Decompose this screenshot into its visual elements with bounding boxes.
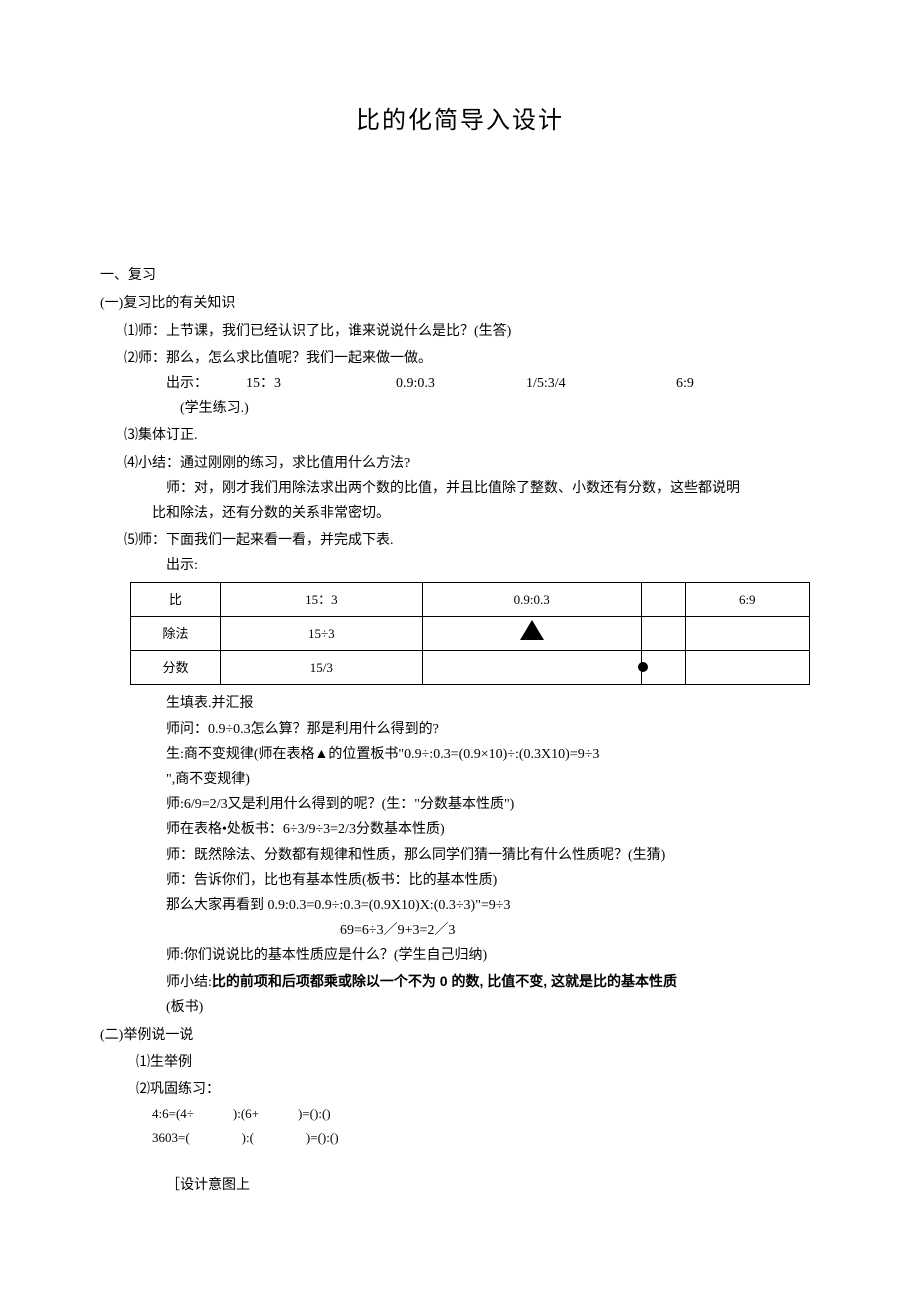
cell: 15/3 — [221, 651, 423, 685]
item-4-line-a: 师：对，刚才我们用除法求出两个数的比值，并且比值除了整数、小数还有分数，这些都说… — [166, 476, 820, 501]
student-practice-note: (学生练习.) — [180, 396, 820, 421]
subsection-2-heading: (二)举例说一说 — [100, 1023, 820, 1048]
item-4-line-b: 比和除法，还有分数的关系非常密切。 — [152, 501, 820, 526]
cell: 0.9:0.3 — [422, 583, 641, 617]
example-values-row: 出示： 15：3 0.9:0.3 1/5:3/4 6:9 — [166, 371, 820, 396]
para-fill-report: 生填表.并汇报 — [166, 691, 820, 716]
example-item-2: ⑵巩固练习： — [136, 1077, 820, 1102]
para-teacher-guess: 师：既然除法、分数都有规律和性质，那么同学们猜一猜比有什么性质呢？(生猜) — [166, 843, 820, 868]
para-student-a1: 生:商不变规律(师在表格▲的位置板书"0.9÷:0.3=(0.9×10)÷:(0… — [166, 742, 820, 767]
table-row: 分数 15/3 — [131, 651, 810, 685]
summary-prefix: 师小结: — [166, 975, 212, 990]
cell-division-header: 除法 — [131, 617, 221, 651]
example-ratio-2: 0.9:0.3 — [396, 371, 526, 396]
para-board-note: (板书) — [166, 995, 820, 1020]
para-summary: 师小结:比的前项和后项都乘或除以一个不为 0 的数, 比值不变, 这就是比的基本… — [166, 969, 820, 995]
summary-bold: 比的前项和后项都乘或除以一个不为 0 的数, 比值不变, 这就是比的基本性质 — [212, 973, 677, 989]
item-2: ⑵师：那么，怎么求比值呢？我们一起来做一做。 — [124, 346, 820, 371]
example-ratio-3: 1/5:3/4 — [526, 371, 676, 396]
para-teacher-tell: 师：告诉你们，比也有基本性质(板书：比的基本性质) — [166, 868, 820, 893]
exercise-line-1: 4:6=(4÷ ):(6+ )=():() — [152, 1102, 820, 1125]
cell-dot — [641, 651, 685, 685]
cell-empty — [685, 617, 809, 651]
para-equation-1: 那么大家再看到 0.9:0.3=0.9÷:0.3=(0.9X10)X:(0.3÷… — [166, 893, 820, 918]
para-teacher-q3: 师:你们说说比的基本性质应是什么？(学生自己归纳) — [166, 943, 820, 968]
item-3: ⑶集体订正. — [124, 423, 820, 448]
example-ratio-1: 15：3 — [246, 371, 396, 396]
example-ratio-4: 6:9 — [676, 371, 694, 396]
cell-triangle — [422, 617, 641, 651]
table-row: 比 15：3 0.9:0.3 6:9 — [131, 583, 810, 617]
para-equation-2: 69=6÷3／9+3=2／3 — [340, 918, 820, 943]
cell: 15：3 — [221, 583, 423, 617]
triangle-icon — [520, 620, 544, 640]
para-student-a1b: ",商不变规律) — [166, 767, 820, 792]
para-teacher-q1: 师问：0.9÷0.3怎么算？那是利用什么得到的? — [166, 717, 820, 742]
section-1-heading: 一、复习 — [100, 263, 820, 288]
cell-empty — [422, 651, 641, 685]
dot-icon — [638, 662, 648, 672]
cell: 6:9 — [685, 583, 809, 617]
subsection-1-heading: (一)复习比的有关知识 — [100, 291, 820, 316]
exercise-line-2: 3603=( ):( )=():() — [152, 1126, 820, 1149]
para-board-write: 师在表格•处板书：6÷3/9÷3=2/3分数基本性质) — [166, 817, 820, 842]
example-item-1: ⑴生举例 — [136, 1050, 820, 1075]
show-label-2: 出示: — [166, 553, 820, 578]
design-intent: ［设计意图上 — [166, 1173, 820, 1198]
ratio-table: 比 15：3 0.9:0.3 6:9 除法 15÷3 分数 15/3 — [130, 582, 810, 685]
cell-ratio-header: 比 — [131, 583, 221, 617]
item-1: ⑴师：上节课，我们已经认识了比，谁来说说什么是比？(生答) — [124, 319, 820, 344]
cell-empty — [641, 583, 685, 617]
item-4: ⑷小结：通过刚刚的练习，求比值用什么方法? — [124, 451, 820, 476]
cell-empty — [685, 651, 809, 685]
cell-fraction-header: 分数 — [131, 651, 221, 685]
show-label: 出示： — [166, 371, 246, 396]
cell-empty — [641, 617, 685, 651]
cell: 15÷3 — [221, 617, 423, 651]
para-teacher-q2: 师:6/9=2/3又是利用什么得到的呢？(生："分数基本性质") — [166, 792, 820, 817]
page-title: 比的化简导入设计 — [100, 100, 820, 143]
item-5: ⑸师：下面我们一起来看一看，并完成下表. — [124, 528, 820, 553]
table-row: 除法 15÷3 — [131, 617, 810, 651]
